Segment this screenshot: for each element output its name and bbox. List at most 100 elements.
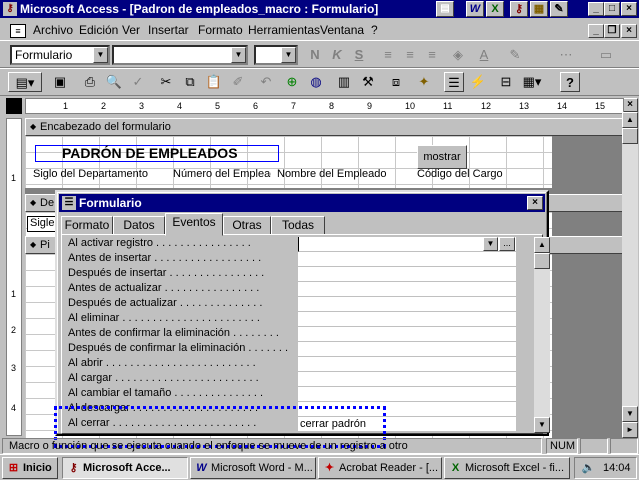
toolbox-icon[interactable]: ⚒ [358, 72, 378, 92]
menu-help[interactable]: ? [371, 23, 378, 37]
access-key-icon[interactable]: ⚷ [3, 2, 17, 16]
doc-restore-button[interactable]: ❐ [604, 24, 620, 38]
property-value-field[interactable] [298, 357, 516, 372]
menu-formato[interactable]: Formato [198, 23, 243, 37]
label-siglo-departamento[interactable]: Siglo del Departamento [33, 168, 148, 180]
office-notepad-icon[interactable]: ▤ [436, 1, 454, 17]
property-sheet-close-button[interactable]: × [527, 196, 543, 210]
font-combo[interactable]: ▼ [112, 45, 248, 65]
menu-ver[interactable]: Ver [122, 23, 140, 37]
new-object-icon[interactable]: ▦▾ [522, 72, 542, 92]
chevron-down-icon[interactable]: ▼ [483, 237, 498, 251]
task-access[interactable]: ⚷ Microsoft Acce... [62, 457, 188, 479]
build-icon[interactable]: ⚡ [468, 72, 488, 92]
property-value-field[interactable] [298, 342, 516, 357]
label-numero-empleado[interactable]: Número del Empleado [173, 168, 271, 180]
prop-scroll-up-button[interactable]: ▲ [534, 237, 550, 253]
property-value-field[interactable] [298, 312, 516, 327]
start-button[interactable]: ⊞ Inicio [2, 457, 58, 479]
field-list-icon[interactable]: ▥ [334, 72, 354, 92]
office-binder-icon[interactable]: ▦ [530, 1, 548, 17]
maximize-button[interactable]: □ [604, 2, 620, 16]
tab-eventos[interactable]: Eventos [165, 213, 223, 236]
scroll-thumb[interactable] [622, 128, 638, 144]
prop-scroll-thumb[interactable] [534, 253, 550, 269]
design-close-button[interactable]: × [622, 98, 638, 112]
chevron-down-icon[interactable]: ▼ [231, 47, 246, 63]
scroll-up-button[interactable]: ▲ [622, 112, 638, 128]
menu-herramientas[interactable]: Herramientas [248, 23, 320, 37]
property-sheet-title-bar[interactable]: ☰ Formulario × [59, 194, 545, 212]
spelling-icon[interactable]: ✓ [128, 72, 148, 92]
tab-formato[interactable]: Formato [61, 216, 113, 235]
italic-button[interactable]: K [327, 45, 347, 65]
line-color-icon[interactable]: ✎ [505, 45, 525, 65]
save-icon[interactable]: ▣ [50, 72, 70, 92]
label-codigo-cargo[interactable]: Código del Cargo [417, 168, 503, 180]
bold-button[interactable]: N [305, 45, 325, 65]
menu-edicion[interactable]: Edición [79, 23, 118, 37]
task-word[interactable]: W Microsoft Word - M... [190, 457, 316, 479]
form-header-section-bar[interactable]: ◆ Encabezado del formulario [25, 118, 624, 136]
menu-archivo[interactable]: Archivo [33, 23, 73, 37]
fill-color-icon[interactable]: ◈ [448, 45, 468, 65]
office-clip-icon[interactable]: ✎ [550, 1, 568, 17]
font-color-icon[interactable]: A [474, 45, 494, 65]
code-icon[interactable]: ✦ [414, 72, 434, 92]
task-excel[interactable]: X Microsoft Excel - fi... [444, 457, 570, 479]
task-acrobat[interactable]: ✦ Acrobat Reader - [... [318, 457, 442, 479]
close-button[interactable]: × [621, 2, 637, 16]
paste-icon[interactable]: 📋 [204, 72, 224, 92]
special-effect-icon[interactable]: ▭ [596, 45, 616, 65]
form-selector[interactable] [6, 98, 22, 114]
property-value-field[interactable]: ▼... [298, 237, 516, 252]
prop-scroll-down-button[interactable]: ▼ [534, 417, 550, 433]
tab-datos[interactable]: Datos [113, 216, 165, 235]
menu-ventana[interactable]: Ventana [320, 23, 364, 37]
title-label-box[interactable]: PADRÓN DE EMPLEADOS [35, 145, 279, 162]
office-access-icon[interactable]: ⚷ [510, 1, 528, 17]
chevron-down-icon[interactable]: ▼ [93, 47, 108, 63]
doc-minimize-button[interactable]: _ [588, 24, 604, 38]
scroll-down-button[interactable]: ▼ [622, 406, 638, 422]
properties-icon[interactable]: ☰ [444, 72, 464, 92]
chevron-down-icon[interactable]: ▼ [281, 47, 296, 63]
autoformat-icon[interactable]: ⧈ [386, 72, 406, 92]
design-vertical-scrollbar[interactable]: ▲ ▼ [622, 112, 638, 422]
office-word-icon[interactable]: W [466, 1, 484, 17]
label-nombre-empleado[interactable]: Nombre del Empleado [277, 168, 386, 180]
property-value-field[interactable] [298, 327, 516, 342]
property-value-field[interactable] [298, 297, 516, 312]
align-left-icon[interactable]: ≡ [378, 45, 398, 65]
web-toolbar-icon[interactable]: ◍ [306, 72, 326, 92]
property-value-field[interactable] [298, 372, 516, 387]
property-value-field[interactable] [298, 267, 516, 282]
database-window-icon[interactable]: ⊟ [496, 72, 516, 92]
cut-icon[interactable]: ✂ [156, 72, 176, 92]
align-center-icon[interactable]: ≡ [400, 45, 420, 65]
format-painter-icon[interactable]: ✐ [228, 72, 248, 92]
office-excel-icon[interactable]: X [486, 1, 504, 17]
speaker-icon[interactable]: 🔈 [581, 461, 596, 476]
view-form-icon[interactable]: ▤▾ [8, 72, 42, 92]
insert-hyperlink-icon[interactable]: ⊕ [282, 72, 302, 92]
property-value-field[interactable] [298, 282, 516, 297]
menu-insertar[interactable]: Insertar [148, 23, 189, 37]
undo-icon[interactable]: ↶ [256, 72, 276, 92]
tab-todas[interactable]: Todas [271, 216, 325, 235]
property-value-field[interactable] [298, 387, 516, 402]
align-right-icon[interactable]: ≡ [422, 45, 442, 65]
underline-button[interactable]: S [349, 45, 369, 65]
print-icon[interactable]: ⎙ [80, 72, 100, 92]
builder-button[interactable]: ... [499, 237, 515, 251]
help-icon[interactable]: ? [560, 72, 580, 92]
property-value-field[interactable] [298, 252, 516, 267]
tab-otras[interactable]: Otras [223, 216, 271, 235]
size-combo[interactable]: ▼ [254, 45, 298, 65]
properties-scrollbar[interactable]: ▲ ▼ [534, 237, 550, 433]
object-combo[interactable]: Formulario ▼ [10, 45, 110, 65]
scroll-right-button[interactable]: ► [622, 422, 638, 438]
doc-close-button[interactable]: × [621, 24, 637, 38]
line-width-icon[interactable]: ⋯ [556, 45, 576, 65]
document-icon[interactable]: ≡ [10, 24, 26, 38]
